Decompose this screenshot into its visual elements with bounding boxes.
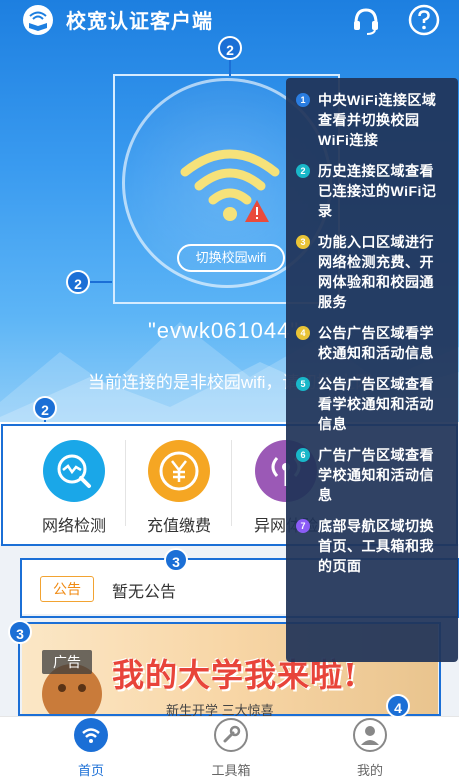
tip-number: 7 xyxy=(296,519,310,533)
network-check-icon xyxy=(43,440,105,502)
callout-badge: 2 xyxy=(66,270,90,294)
guide-tip: 3 功能入口区域进行网络检测充费、开网体验和和校园通服务 xyxy=(296,232,448,312)
entry-label: 充值缴费 xyxy=(146,518,211,535)
tip-text: 历史连接区域查看已连接过的WiFi记录 xyxy=(318,163,437,219)
nav-label: 工具箱 xyxy=(211,763,251,778)
ad-tag: 广告 xyxy=(42,650,92,674)
callout-badge: 3 xyxy=(164,548,188,572)
guide-tip: 4 公告广告区域看学校通知和活动信息 xyxy=(296,323,448,363)
user-icon xyxy=(353,718,387,752)
divider xyxy=(125,440,126,526)
nav-home[interactable]: 首页 xyxy=(51,718,131,778)
callout-badge: 3 xyxy=(8,620,32,644)
entry-label: 网络检测 xyxy=(41,518,106,535)
question-icon[interactable] xyxy=(408,4,440,36)
tip-number: 1 xyxy=(296,93,310,107)
nav-label: 我的 xyxy=(356,763,383,778)
top-bar: 校宽认证客户端 xyxy=(0,0,459,40)
switch-campus-wifi-button[interactable]: 切换校园wifi xyxy=(177,244,285,272)
yuan-icon xyxy=(148,440,210,502)
network-check-entry[interactable]: 网络检测 xyxy=(24,440,124,536)
callout-badge: 2 xyxy=(33,396,57,420)
tip-number: 2 xyxy=(296,164,310,178)
tip-number: 6 xyxy=(296,448,310,462)
guide-tip: 6 广告广告区域查看学校通知和活动信息 xyxy=(296,445,448,505)
tip-text: 公告广告区域查看看学校通知和活动信息 xyxy=(318,376,434,432)
divider xyxy=(231,440,232,526)
nav-toolbox[interactable]: 工具箱 xyxy=(191,718,271,778)
tip-text: 中央WiFi连接区域查看并切换校园WiFi连接 xyxy=(318,92,437,148)
tip-text: 广告广告区域查看学校通知和活动信息 xyxy=(318,447,434,503)
guide-overlay: 1 中央WiFi连接区域查看并切换校园WiFi连接 2 历史连接区域查看已连接过… xyxy=(286,78,458,662)
wifi-home-icon xyxy=(74,718,108,752)
guide-tip: 7 底部导航区域切换首页、工具箱和我的页面 xyxy=(296,516,448,576)
tip-text: 功能入口区域进行网络检测充费、开网体验和和校园通服务 xyxy=(318,234,434,310)
guide-tip: 5 公告广告区域查看看学校通知和活动信息 xyxy=(296,374,448,434)
recharge-entry[interactable]: 充值缴费 xyxy=(129,440,229,536)
headset-icon[interactable] xyxy=(350,5,382,37)
tip-number: 4 xyxy=(296,326,310,340)
current-ssid: "evwk061044" xyxy=(148,318,300,343)
tip-number: 5 xyxy=(296,377,310,391)
guide-tip: 1 中央WiFi连接区域查看并切换校园WiFi连接 xyxy=(296,90,448,150)
announcement-tag: 公告 xyxy=(40,576,94,602)
tip-text: 公告广告区域看学校通知和活动信息 xyxy=(318,325,434,361)
nav-label: 首页 xyxy=(77,763,104,778)
book-wifi-icon xyxy=(23,5,53,35)
nav-mine[interactable]: 我的 xyxy=(330,718,410,778)
announcement-text: 暂无公告 xyxy=(112,584,177,601)
tip-text: 底部导航区域切换首页、工具箱和我的页面 xyxy=(318,518,434,574)
wifi-warning-icon xyxy=(180,149,280,222)
callout-badge: 2 xyxy=(218,36,242,60)
callout-line xyxy=(90,281,112,283)
wrench-icon xyxy=(214,718,248,752)
tip-number: 3 xyxy=(296,235,310,249)
app-title: 校宽认证客户端 xyxy=(66,11,213,33)
callout-badge: 4 xyxy=(386,694,410,718)
guide-tip: 2 历史连接区域查看已连接过的WiFi记录 xyxy=(296,161,448,221)
